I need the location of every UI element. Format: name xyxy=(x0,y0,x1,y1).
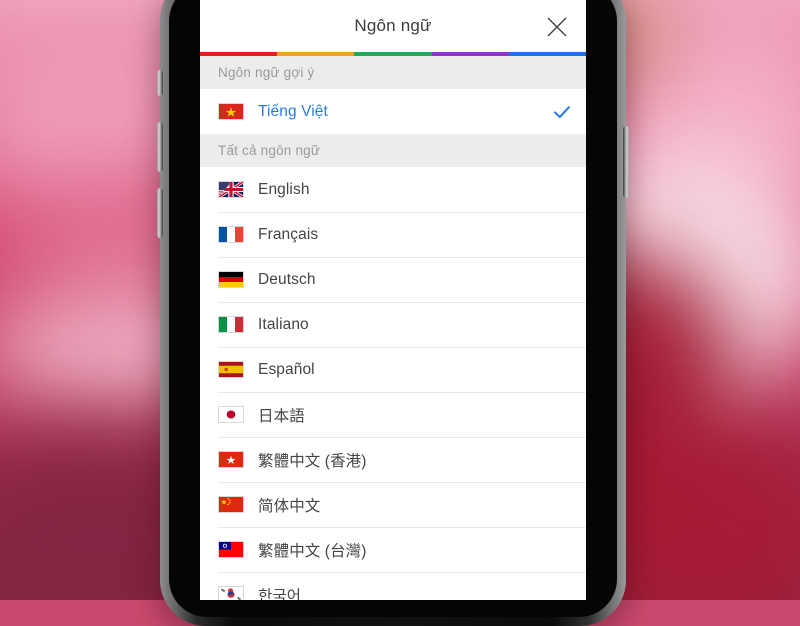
language-row-tw[interactable]: 繁體中文 (台灣) xyxy=(200,527,586,572)
language-label: 繁體中文 (香港) xyxy=(258,452,367,470)
language-row-us-gb[interactable]: English xyxy=(200,167,586,212)
language-row-cn[interactable]: 简体中文 xyxy=(200,482,586,527)
language-row-es[interactable]: Español xyxy=(200,347,586,392)
language-label: Italiano xyxy=(258,315,309,333)
check-icon xyxy=(552,102,572,122)
flag-cn-icon xyxy=(219,497,243,512)
flag-de-icon xyxy=(219,272,243,287)
flag-tw-icon xyxy=(219,542,243,557)
flag-de xyxy=(218,271,244,288)
language-label: Español xyxy=(258,360,315,378)
language-row-vn[interactable]: Tiếng Việt xyxy=(200,89,586,134)
language-row-jp[interactable]: 日本語 xyxy=(200,392,586,437)
flag-fr-icon xyxy=(219,227,243,242)
section-header: Tất cả ngôn ngữ xyxy=(200,134,586,167)
flag-jp xyxy=(218,406,244,423)
accent-bar-segment-2 xyxy=(277,52,355,56)
page-title: Ngôn ngữ xyxy=(354,16,432,35)
language-row-kr[interactable]: 한국어 xyxy=(200,572,586,600)
language-list: Ngôn ngữ gợi ý Tiếng Việt Tất cả ngôn ngữ … xyxy=(200,56,586,600)
flag-kr-icon xyxy=(219,587,243,600)
close-button[interactable] xyxy=(536,6,578,48)
flag-hk xyxy=(218,451,244,468)
language-label: 한국어 xyxy=(258,587,302,601)
flag-us-gb-icon xyxy=(219,182,243,197)
flag-vn-icon xyxy=(219,104,243,119)
phone-screen: Ngôn ngữ Ngôn ngữ gợi ý Tiếng Việt Tất cả … xyxy=(200,0,586,600)
section-header: Ngôn ngữ gợi ý xyxy=(200,56,586,89)
language-row-hk[interactable]: 繁體中文 (香港) xyxy=(200,437,586,482)
flag-es-icon xyxy=(219,362,243,377)
power-button[interactable] xyxy=(623,126,629,198)
flag-cn xyxy=(218,496,244,513)
language-row-de[interactable]: Deutsch xyxy=(200,257,586,302)
volume-down-button[interactable] xyxy=(157,188,163,238)
flag-it xyxy=(218,316,244,333)
silent-switch[interactable] xyxy=(157,70,163,96)
flag-tw xyxy=(218,541,244,558)
flag-jp-icon xyxy=(219,407,243,422)
volume-up-button[interactable] xyxy=(157,122,163,172)
dialog-header: Ngôn ngữ xyxy=(200,0,586,52)
language-label: Deutsch xyxy=(258,270,316,288)
language-label: Tiếng Việt xyxy=(258,102,328,120)
language-label: Français xyxy=(258,225,319,243)
flag-fr xyxy=(218,226,244,243)
flag-es xyxy=(218,361,244,378)
accent-bar-segment-3 xyxy=(354,52,432,56)
flag-us-gb xyxy=(218,181,244,198)
phone-device: Ngôn ngữ Ngôn ngữ gợi ý Tiếng Việt Tất cả … xyxy=(157,0,629,626)
language-label: 简体中文 xyxy=(258,497,321,515)
accent-bar-segment-4 xyxy=(431,52,509,56)
language-label: 日本語 xyxy=(258,407,305,425)
language-label: 繁體中文 (台灣) xyxy=(258,542,367,560)
flag-hk-icon xyxy=(219,452,243,467)
flag-vn xyxy=(218,103,244,120)
accent-color-bar xyxy=(200,52,586,56)
close-icon xyxy=(547,17,567,37)
language-row-it[interactable]: Italiano xyxy=(200,302,586,347)
language-label: English xyxy=(258,180,310,198)
language-row-fr[interactable]: Français xyxy=(200,212,586,257)
flag-kr xyxy=(218,586,244,600)
accent-bar-segment-1 xyxy=(200,52,278,56)
accent-bar-segment-5 xyxy=(508,52,586,56)
flag-it-icon xyxy=(219,317,243,332)
